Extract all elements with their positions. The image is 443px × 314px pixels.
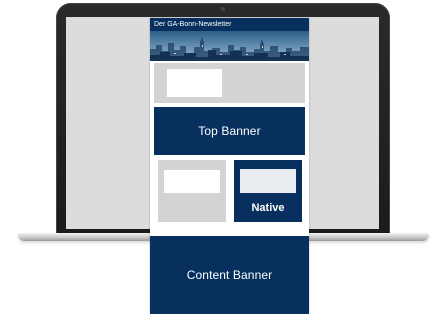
mockup-stage: Der GA-Bonn-Newsletter Top Banner Native… [0, 0, 443, 314]
article-teaser-placeholder [158, 160, 226, 222]
laptop-camera-icon [221, 7, 225, 11]
top-banner[interactable]: Top Banner [154, 107, 305, 155]
top-banner-label: Top Banner [198, 124, 261, 138]
ad-slot-placeholder [154, 63, 305, 103]
native-ad-image-placeholder [240, 169, 296, 193]
content-banner[interactable]: Content Banner [150, 236, 309, 314]
content-banner-label: Content Banner [186, 268, 273, 282]
newsletter-mockup: Der GA-Bonn-Newsletter Top Banner Native… [150, 18, 309, 314]
newsletter-title: Der GA-Bonn-Newsletter [154, 21, 232, 28]
native-ad-label: Native [251, 202, 285, 214]
city-skyline-image [150, 31, 309, 61]
newsletter-header: Der GA-Bonn-Newsletter [150, 18, 309, 31]
ad-slot-image-placeholder [167, 69, 222, 97]
teaser-image-placeholder [164, 170, 220, 193]
native-ad[interactable]: Native [234, 160, 302, 222]
